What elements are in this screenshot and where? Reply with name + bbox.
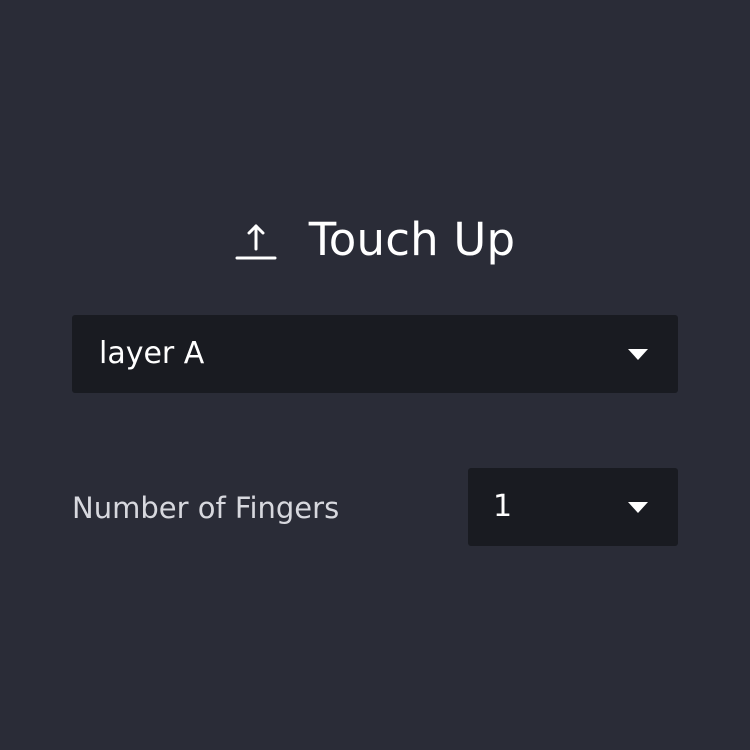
page-title: Touch Up [308, 213, 516, 266]
number-of-fingers-select[interactable]: 1 [468, 468, 678, 546]
number-of-fingers-value: 1 [493, 489, 513, 524]
number-of-fingers-label: Number of Fingers [72, 491, 340, 525]
upload-arrow-icon [235, 224, 277, 260]
title-row: Touch Up [0, 208, 750, 272]
touch-up-panel: Touch Up layer A Number of Fingers 1 [0, 0, 750, 750]
layer-select[interactable]: layer A [72, 315, 678, 393]
chevron-down-icon [628, 502, 648, 513]
chevron-down-icon [628, 349, 648, 360]
layer-select-value: layer A [99, 336, 205, 371]
